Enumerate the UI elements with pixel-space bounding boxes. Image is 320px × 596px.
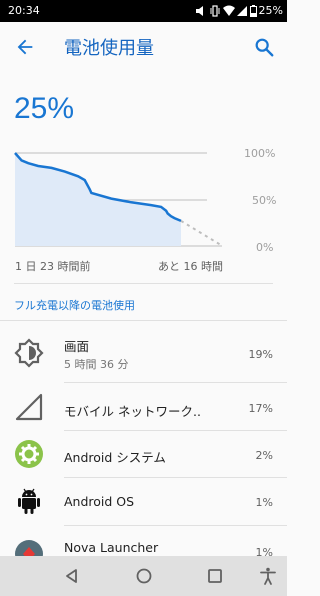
item-percent: 19% bbox=[248, 348, 273, 361]
wifi-icon bbox=[222, 5, 235, 16]
divider bbox=[64, 430, 287, 431]
y-tick-50: 50% bbox=[252, 194, 276, 207]
divider bbox=[64, 382, 287, 383]
status-battery: 25% bbox=[258, 4, 283, 17]
item-sub: 5 時間 36 分 bbox=[64, 358, 129, 371]
item-name: Nova Launcher bbox=[64, 540, 159, 555]
status-icons: 25% bbox=[195, 0, 283, 22]
list-item-android-os[interactable]: Android OS 1% bbox=[0, 479, 287, 525]
item-name: Android OS bbox=[64, 494, 135, 509]
chart-end-label: あと 16 時間 bbox=[158, 260, 223, 273]
signal-icon bbox=[15, 393, 43, 421]
battery-chart: 100% 50% 0% bbox=[14, 147, 276, 254]
status-bar: 20:34 25% bbox=[0, 0, 287, 22]
nav-recents-icon[interactable] bbox=[205, 566, 225, 586]
back-arrow-icon[interactable] bbox=[14, 36, 36, 58]
section-title: フル充電以降の電池使用 bbox=[14, 299, 135, 312]
status-time: 20:34 bbox=[8, 4, 40, 17]
list-item-android-system[interactable]: Android システム 2% bbox=[0, 432, 287, 478]
divider bbox=[64, 477, 287, 478]
divider bbox=[64, 525, 287, 526]
signal-status-icon bbox=[236, 6, 247, 16]
y-tick-0: 0% bbox=[256, 241, 273, 254]
item-name: Android システム bbox=[64, 450, 166, 465]
list-item-mobile-network[interactable]: モバイル ネットワーク.. 17% bbox=[0, 384, 287, 430]
battery-icon bbox=[249, 5, 257, 17]
notification-icon bbox=[195, 6, 203, 16]
list-item-screen[interactable]: 画面 5 時間 36 分 19% bbox=[0, 330, 287, 376]
item-name: モバイル ネットワーク.. bbox=[64, 404, 201, 419]
divider bbox=[0, 320, 287, 321]
navigation-bar bbox=[0, 556, 287, 596]
vibrate-icon bbox=[210, 5, 220, 17]
android-icon bbox=[18, 488, 40, 514]
divider bbox=[14, 283, 273, 284]
android-system-icon bbox=[15, 440, 43, 468]
battery-level: 25% bbox=[14, 92, 75, 125]
nav-home-icon[interactable] bbox=[134, 566, 154, 586]
chart-start-label: 1 日 23 時間前 bbox=[15, 260, 91, 273]
item-percent: 1% bbox=[255, 496, 273, 509]
search-icon[interactable] bbox=[253, 36, 275, 58]
item-percent: 17% bbox=[248, 402, 273, 415]
app-bar: 電池使用量 bbox=[0, 22, 287, 72]
item-name: 画面 bbox=[64, 339, 90, 354]
projection-line bbox=[180, 220, 224, 247]
accessibility-icon[interactable] bbox=[258, 566, 278, 586]
page-title: 電池使用量 bbox=[64, 38, 154, 59]
y-tick-100: 100% bbox=[244, 147, 275, 160]
nav-back-icon[interactable] bbox=[62, 566, 82, 586]
item-percent: 2% bbox=[255, 449, 273, 462]
brightness-icon bbox=[14, 338, 44, 368]
